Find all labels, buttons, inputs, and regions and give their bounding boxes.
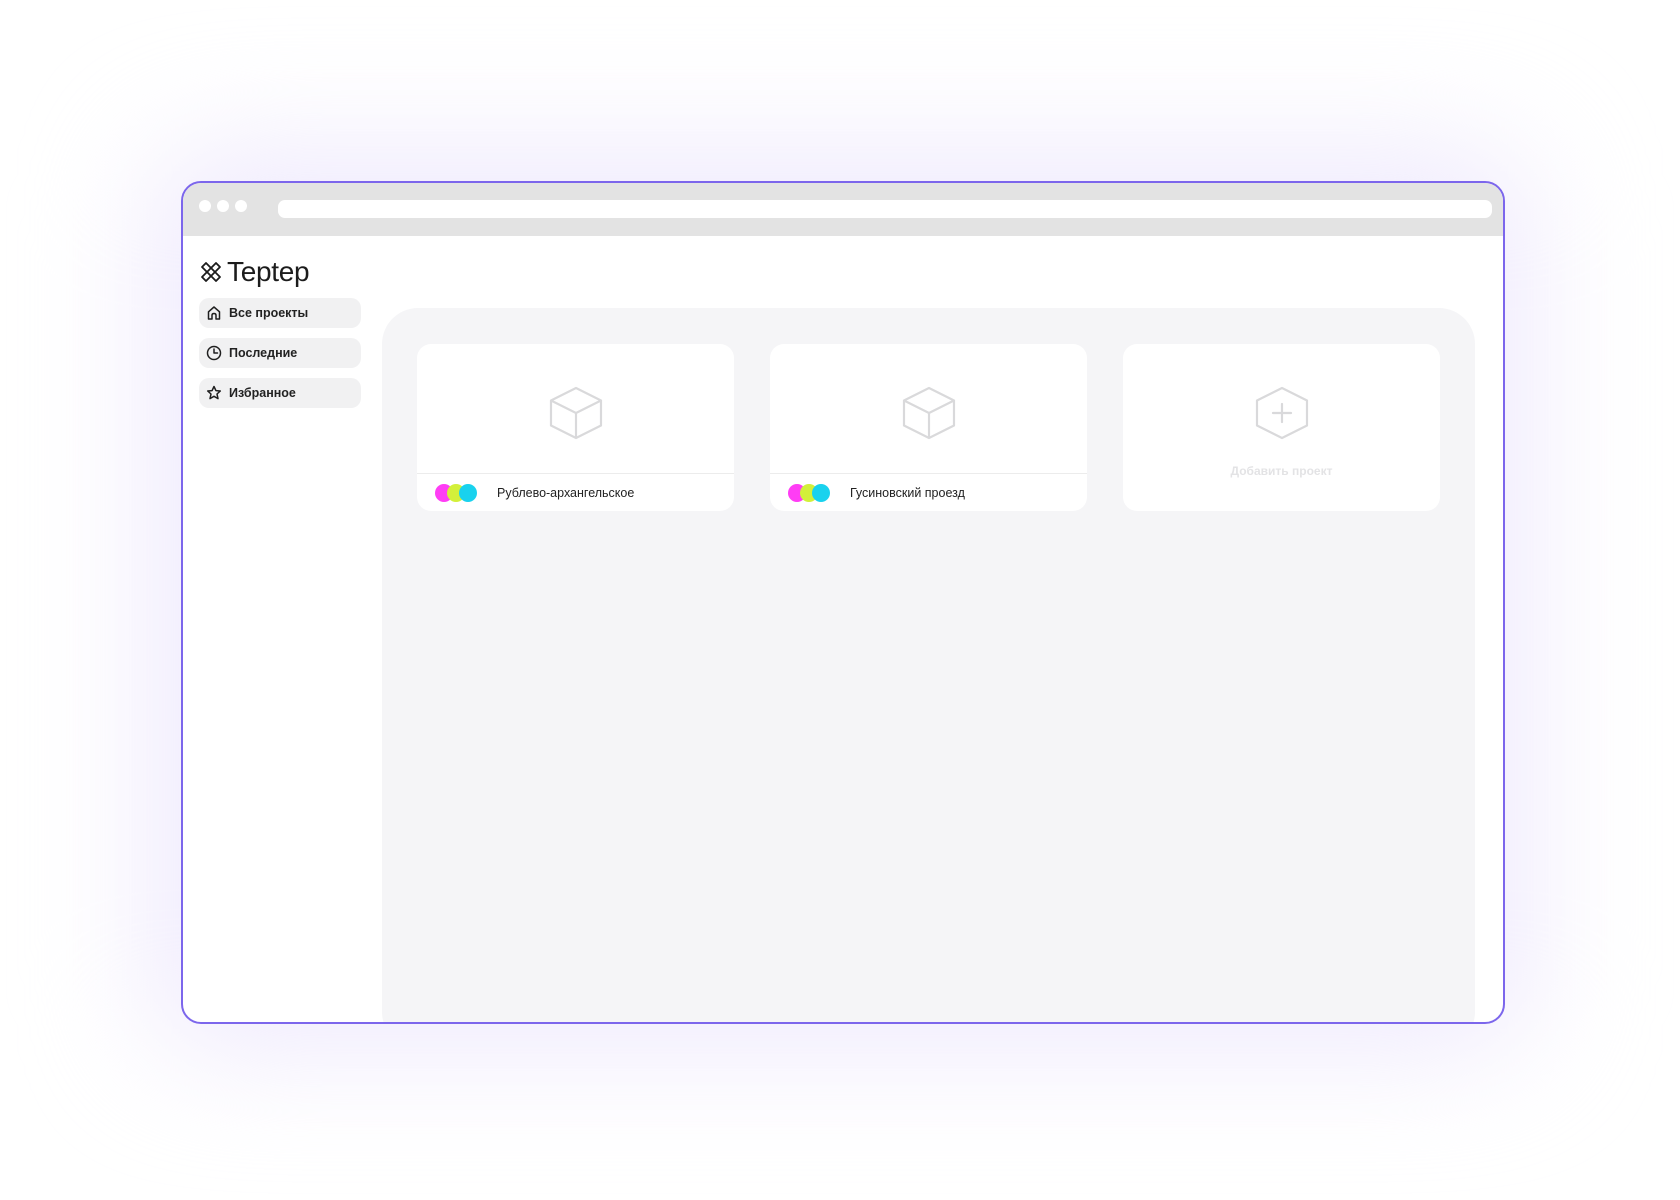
browser-window: Teptep Все проекты Последние Избранное Р… [181, 181, 1505, 1024]
project-name: Гусиновский проезд [850, 485, 965, 500]
hexagon-plus-icon [1254, 385, 1310, 441]
add-project-card[interactable]: Добавить проект [1123, 344, 1440, 511]
project-card[interactable]: Рублево-архангельское [417, 344, 734, 511]
home-icon [206, 305, 222, 321]
avatar [812, 483, 830, 502]
sidebar-item-recent[interactable]: Последние [199, 338, 361, 368]
window-control-dot[interactable] [217, 200, 229, 212]
avatar-group [435, 483, 479, 502]
sidebar-item-favorites[interactable]: Избранное [199, 378, 361, 408]
sidebar-item-label: Все проекты [229, 306, 309, 320]
sidebar-item-all-projects[interactable]: Все проекты [199, 298, 361, 328]
window-control-dot[interactable] [235, 200, 247, 212]
avatar [459, 483, 477, 502]
window-control-dot[interactable] [199, 200, 211, 212]
sidebar-item-label: Избранное [229, 386, 296, 400]
add-project-label: Добавить проект [1230, 464, 1333, 478]
clock-icon [206, 345, 222, 361]
sidebar-item-label: Последние [229, 346, 298, 360]
avatar-group [788, 483, 832, 502]
star-icon [206, 385, 222, 401]
cube-icon [548, 385, 604, 441]
app-logo[interactable]: Teptep [199, 255, 310, 289]
card-footer: Гусиновский проезд [770, 474, 1087, 511]
app-name: Teptep [227, 256, 310, 287]
cube-icon [901, 385, 957, 441]
browser-titlebar [183, 183, 1503, 236]
cross-scissors-logo-icon [199, 260, 223, 284]
projects-panel: Рублево-архангельское Гусиновский проезд [382, 308, 1475, 1022]
card-footer: Рублево-архангельское [417, 474, 734, 511]
project-name: Рублево-архангельское [497, 485, 635, 500]
project-card[interactable]: Гусиновский проезд [770, 344, 1087, 511]
address-bar[interactable] [278, 200, 1492, 218]
